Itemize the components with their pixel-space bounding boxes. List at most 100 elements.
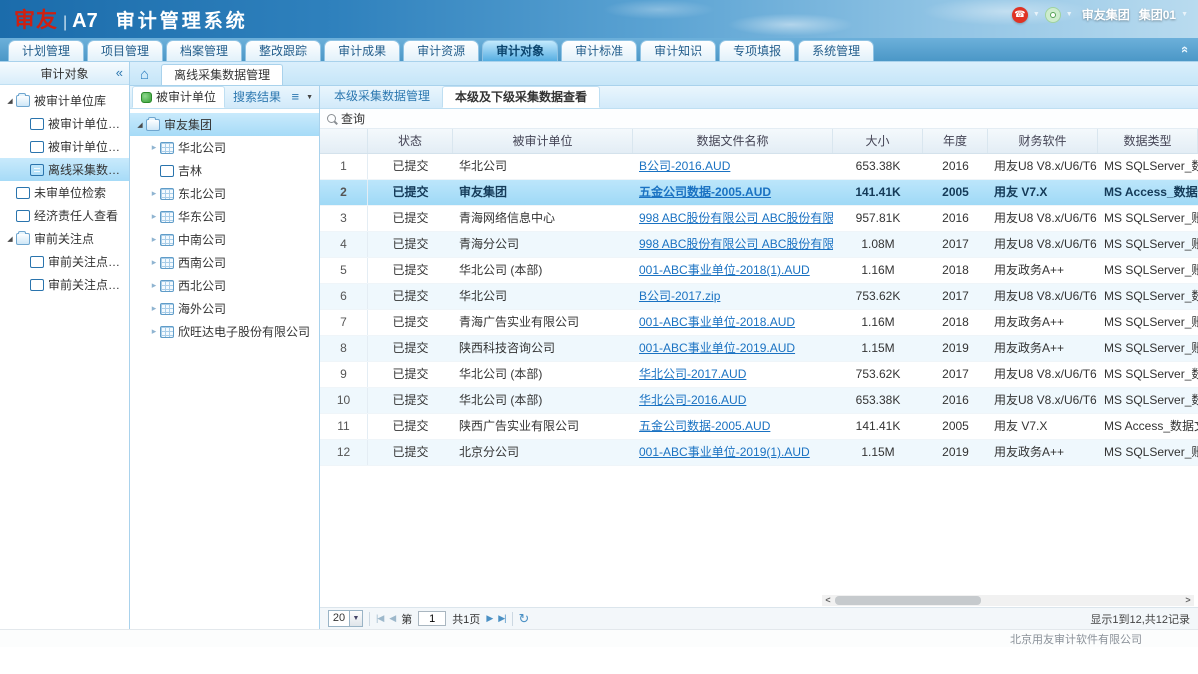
top-tab-7[interactable]: 审计标准 [561,40,637,61]
table-row-11[interactable]: 11已提交陕西广告实业有限公司五金公司数据-2005.AUD141.41K200… [320,414,1198,440]
top-tab-3[interactable]: 整改跟踪 [245,40,321,61]
top-tab-0[interactable]: 计划管理 [8,40,84,61]
table-header-cell-software[interactable]: 财务软件 [988,129,1098,153]
unit-tree-item-0[interactable]: ◢审友集团 [130,113,319,136]
horizontal-scrollbar[interactable]: < > [822,595,1194,606]
table-header-cell-dtype[interactable]: 数据类型 [1098,129,1198,153]
file-link[interactable]: 五金公司数据-2005.AUD [639,185,771,199]
sidebar-collapse-icon[interactable]: « [116,67,123,79]
file-link[interactable]: 001-ABC事业单位-2018.AUD [639,315,795,329]
account-dropdown-caret-icon[interactable]: ▼ [1181,11,1188,18]
sidebar-tree-item-4[interactable]: 未审单位检索 [0,181,129,204]
table-row-9[interactable]: 9已提交华北公司 (本部)华北公司-2017.AUD753.62K2017用友U… [320,362,1198,388]
table-row-5[interactable]: 5已提交华北公司 (本部)001-ABC事业单位-2018(1).AUD1.16… [320,258,1198,284]
table-header-cell-unit[interactable]: 被审计单位 [453,129,633,153]
home-icon[interactable]: ⌂ [140,67,149,83]
sidebar-tree-item-0[interactable]: ◢被审计单位库 [0,89,129,112]
table-header-cell-size[interactable]: 大小 [833,129,923,153]
file-link[interactable]: 001-ABC事业单位-2019(1).AUD [639,445,810,459]
tree-collapsed-icon[interactable]: ▸ [148,211,160,222]
next-page-button[interactable]: ▶ [486,613,492,624]
sidebar-tree-item-5[interactable]: 经济责任人查看 [0,204,129,227]
table-header-cell-idx[interactable] [320,129,368,153]
tree-collapsed-icon[interactable]: ▸ [148,234,160,245]
scroll-left-icon[interactable]: < [822,595,834,606]
unit-tree-item-7[interactable]: ▸西北公司 [130,274,319,297]
top-tab-8[interactable]: 审计知识 [640,40,716,61]
file-link[interactable]: 998 ABC股份有限公司 ABC股份有限公司.AUD [639,211,833,225]
phone-icon[interactable]: ☎ [1012,7,1028,23]
table-row-7[interactable]: 7已提交青海广告实业有限公司001-ABC事业单位-2018.AUD1.16M2… [320,310,1198,336]
unit-tree-item-6[interactable]: ▸西南公司 [130,251,319,274]
panel-collapse-icon[interactable]: « [1179,46,1192,53]
table-row-6[interactable]: 6已提交华北公司B公司-2017.zip753.62K2017用友U8 V8.x… [320,284,1198,310]
tree-collapsed-icon[interactable]: ▸ [148,303,160,314]
tree-collapsed-icon[interactable]: ▸ [148,280,160,291]
sidebar-tree-item-6[interactable]: ◢审前关注点 [0,227,129,250]
top-tab-1[interactable]: 项目管理 [87,40,163,61]
panel-menu-caret-icon[interactable]: ▼ [306,94,313,101]
top-tab-9[interactable]: 专项填报 [719,40,795,61]
table-header-cell-file[interactable]: 数据文件名称 [633,129,833,153]
tree-expanded-icon[interactable]: ◢ [134,121,146,129]
table-row-10[interactable]: 10已提交华北公司 (本部)华北公司-2016.AUD653.38K2016用友… [320,388,1198,414]
sidebar-tree-item-8[interactable]: 审前关注点维护 [0,273,129,296]
query-button[interactable]: 查询 [320,109,1198,129]
scrollbar-thumb[interactable] [835,596,981,605]
table-header-cell-status[interactable]: 状态 [368,129,453,153]
phone-dropdown-caret-icon[interactable]: ▼ [1033,11,1040,18]
file-link[interactable]: 华北公司-2017.AUD [639,367,746,381]
tree-collapsed-icon[interactable]: ▸ [148,257,160,268]
top-tab-4[interactable]: 审计成果 [324,40,400,61]
top-tab-6[interactable]: 审计对象 [482,40,558,61]
content-tab-1[interactable]: 本级及下级采集数据查看 [442,86,600,108]
file-link[interactable]: 998 ABC股份有限公司 ABC股份有限公司.AUD [639,237,833,251]
unit-tree-item-8[interactable]: ▸海外公司 [130,297,319,320]
user-dropdown-caret-icon[interactable]: ▼ [1066,11,1073,18]
sidebar-tree-item-3[interactable]: 离线采集数据管理 [0,158,129,181]
scroll-right-icon[interactable]: > [1182,595,1194,606]
unit-panel-tab-0[interactable]: 被审计单位 [132,86,225,108]
first-page-button[interactable]: |◀ [376,613,383,624]
tree-collapsed-icon[interactable]: ▸ [148,142,160,153]
user-status-icon[interactable] [1045,7,1061,23]
unit-tree-item-5[interactable]: ▸中南公司 [130,228,319,251]
table-row-2[interactable]: 2已提交审友集团五金公司数据-2005.AUD141.41K2005用友 V7.… [320,180,1198,206]
file-link[interactable]: 001-ABC事业单位-2018(1).AUD [639,263,810,277]
sidebar-tree-item-7[interactable]: 审前关注点查看 [0,250,129,273]
unit-tree-item-3[interactable]: ▸东北公司 [130,182,319,205]
tree-expanded-icon[interactable]: ◢ [4,235,16,243]
unit-panel-tab-1[interactable]: 搜索结果 [225,86,289,108]
table-row-8[interactable]: 8已提交陕西科技咨询公司001-ABC事业单位-2019.AUD1.15M201… [320,336,1198,362]
file-link[interactable]: B公司-2016.AUD [639,159,730,173]
page-size-select[interactable]: 20 ▼ [328,610,363,627]
last-page-button[interactable]: ▶| [498,613,505,624]
file-link[interactable]: 华北公司-2016.AUD [639,393,746,407]
top-tab-5[interactable]: 审计资源 [403,40,479,61]
tree-collapsed-icon[interactable]: ▸ [148,326,160,337]
sidebar-tree-item-2[interactable]: 被审计单位维护 [0,135,129,158]
top-tab-2[interactable]: 档案管理 [166,40,242,61]
table-row-3[interactable]: 3已提交青海网络信息中心998 ABC股份有限公司 ABC股份有限公司.AUD9… [320,206,1198,232]
document-tab-0[interactable]: 离线采集数据管理 [161,64,283,85]
file-link[interactable]: 001-ABC事业单位-2019.AUD [639,341,795,355]
content-tab-0[interactable]: 本级采集数据管理 [322,86,442,108]
panel-menu-icon[interactable]: ≡ [291,91,299,103]
table-row-4[interactable]: 4已提交青海分公司998 ABC股份有限公司 ABC股份有限公司.AUD1.08… [320,232,1198,258]
top-tab-10[interactable]: 系统管理 [798,40,874,61]
unit-tree-item-2[interactable]: 吉林 [130,159,319,182]
table-header-cell-year[interactable]: 年度 [923,129,988,153]
unit-tree-item-4[interactable]: ▸华东公司 [130,205,319,228]
unit-tree-item-9[interactable]: ▸欣旺达电子股份有限公司 [130,320,319,343]
table-row-12[interactable]: 12已提交北京分公司001-ABC事业单位-2019(1).AUD1.15M20… [320,440,1198,466]
page-number-input[interactable] [418,611,446,626]
tree-collapsed-icon[interactable]: ▸ [148,188,160,199]
file-link[interactable]: 五金公司数据-2005.AUD [639,419,770,433]
tree-expanded-icon[interactable]: ◢ [4,97,16,105]
prev-page-button[interactable]: ◀ [389,613,395,624]
table-row-1[interactable]: 1已提交华北公司B公司-2016.AUD653.38K2016用友U8 V8.x… [320,154,1198,180]
file-link[interactable]: B公司-2017.zip [639,289,720,303]
refresh-icon[interactable]: ↻ [519,613,530,625]
unit-tree-item-1[interactable]: ▸华北公司 [130,136,319,159]
sidebar-tree-item-1[interactable]: 被审计单位查看 [0,112,129,135]
